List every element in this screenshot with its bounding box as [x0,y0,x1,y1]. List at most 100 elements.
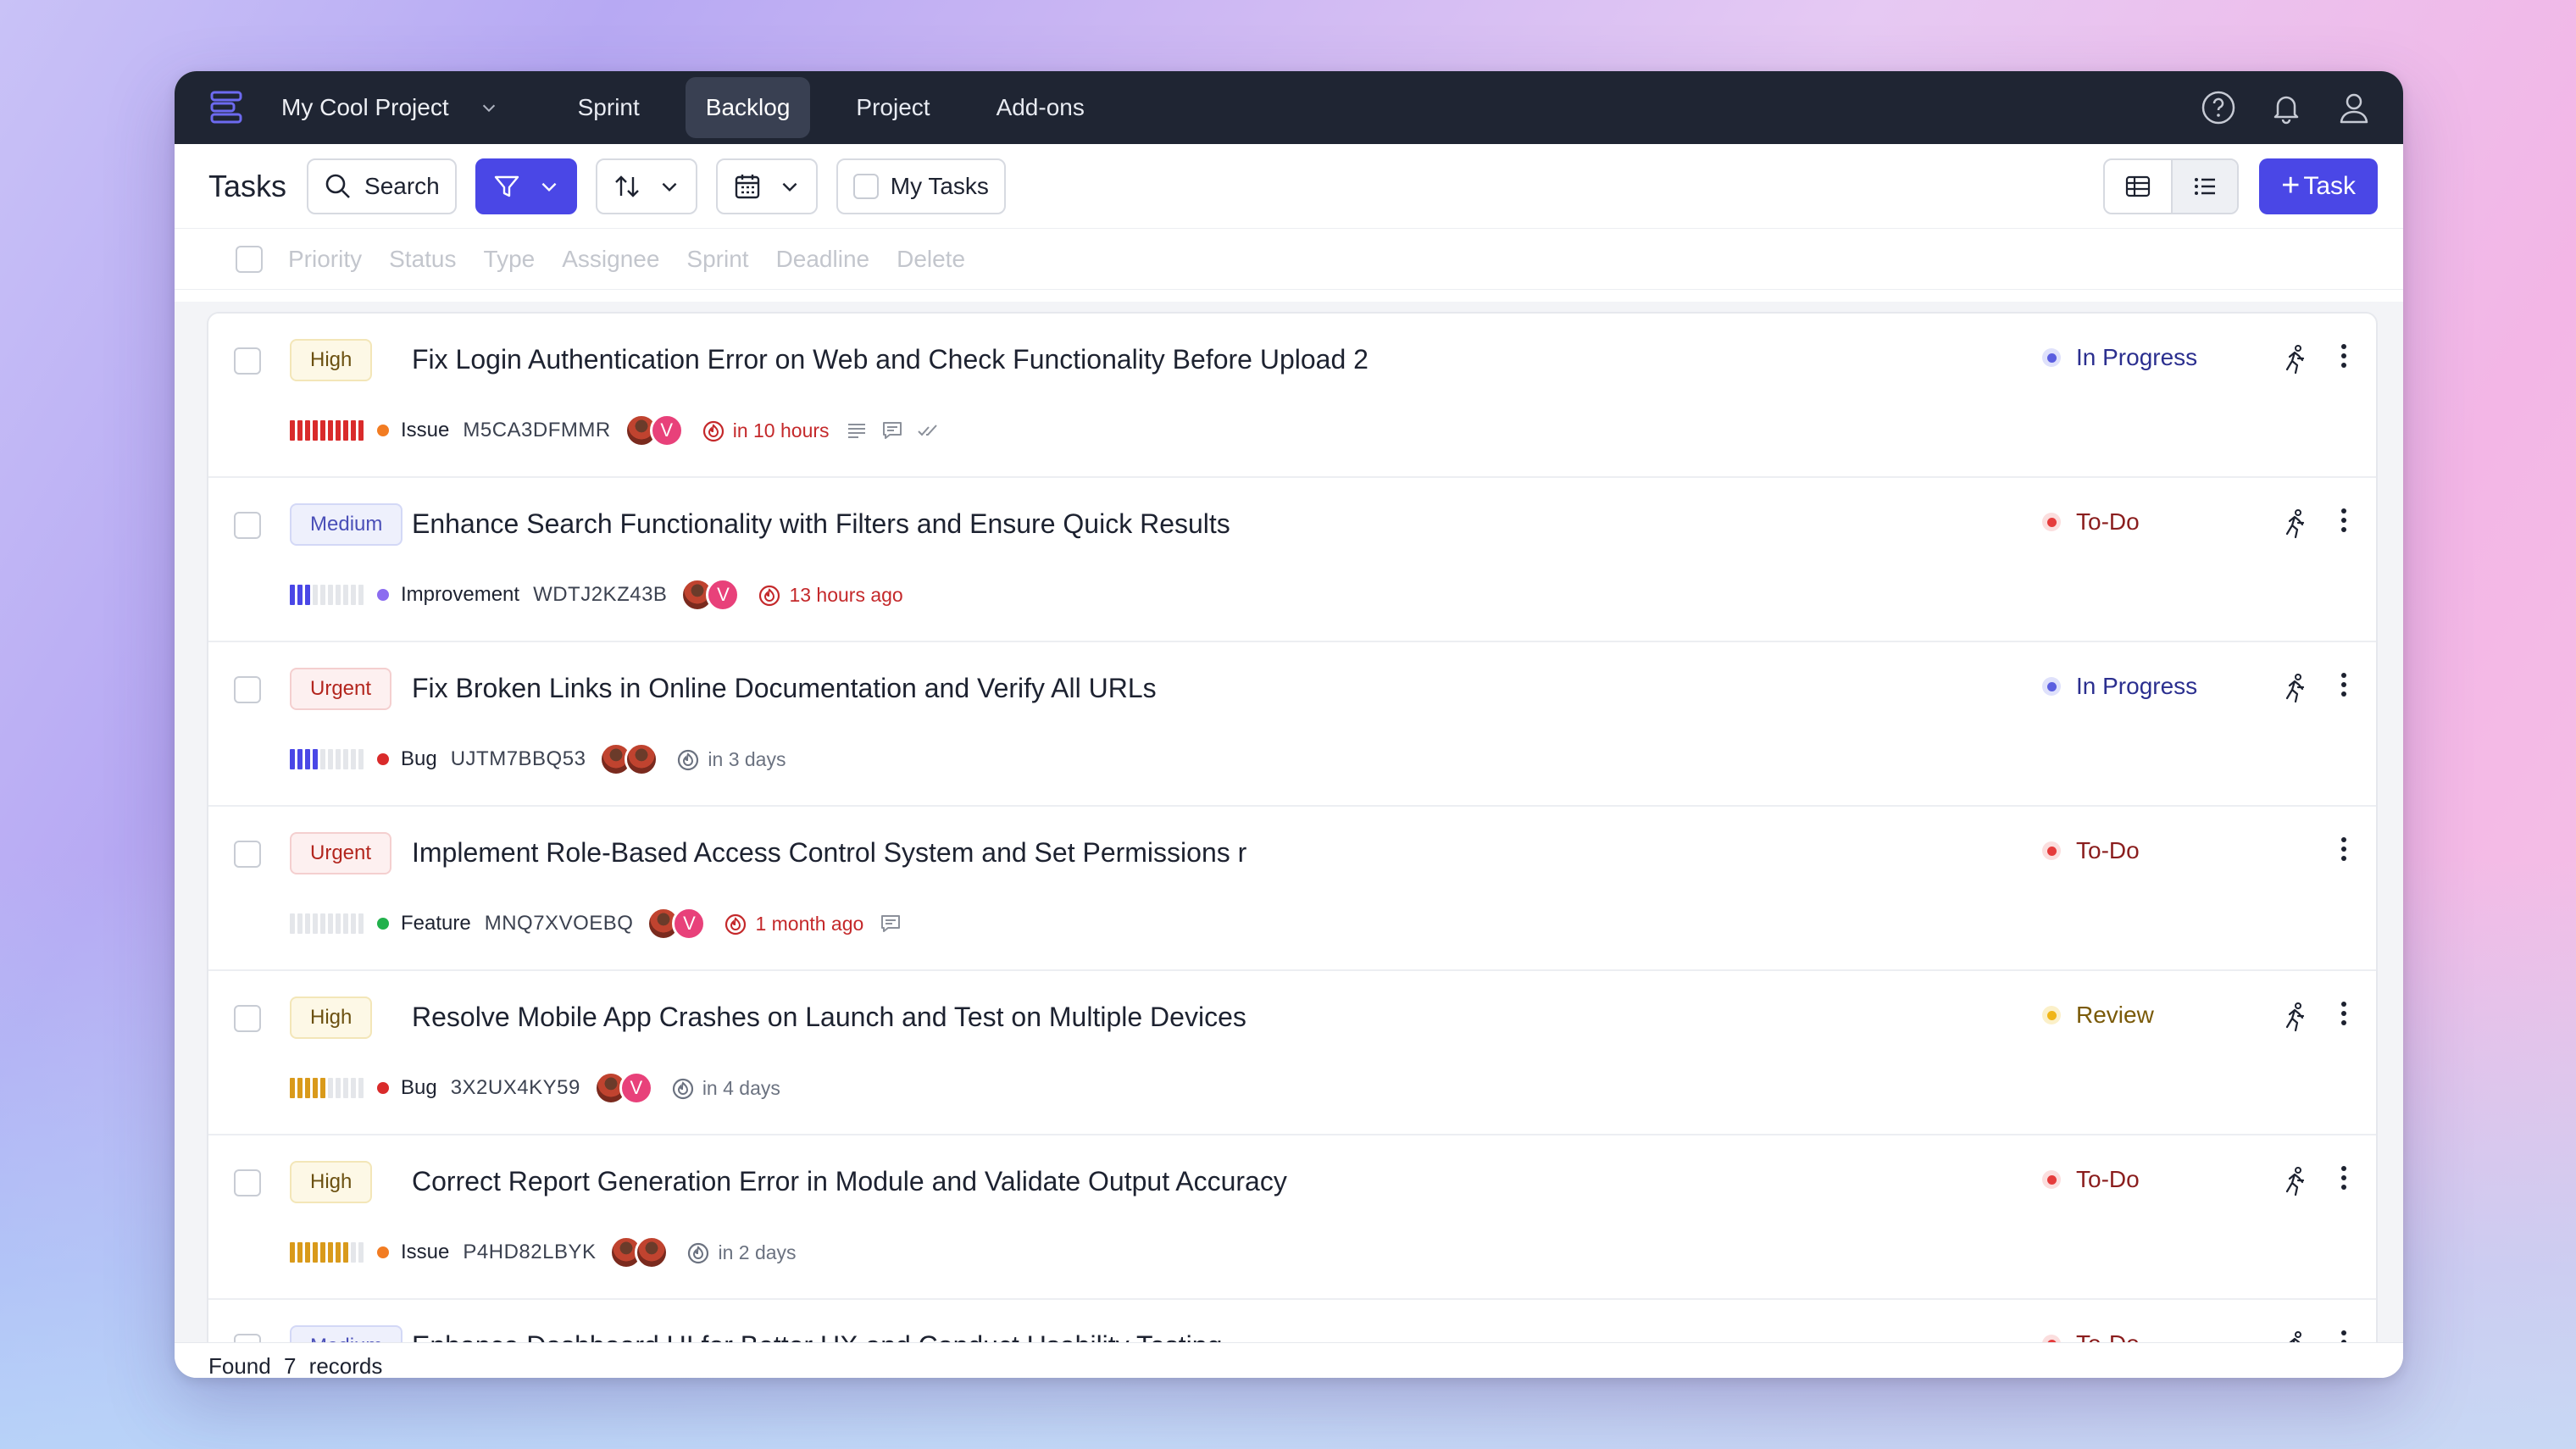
column-assignee[interactable]: Assignee [562,246,659,273]
tab-backlog[interactable]: Backlog [685,77,811,138]
add-task-button[interactable]: + Task [2259,158,2378,214]
assignee-avatars[interactable]: V [647,907,707,941]
status-badge[interactable]: In Progress [2042,673,2197,700]
priority-badge[interactable]: Medium [290,503,403,546]
priority-badge[interactable]: High [290,339,373,381]
more-options-icon[interactable] [2327,339,2361,373]
assignee-avatars[interactable] [609,1235,669,1269]
avatar[interactable]: V [649,414,684,447]
task-code[interactable]: UJTM7BBQ53 [451,747,586,771]
type-dot [377,589,389,601]
sprint-runner-icon[interactable] [2278,342,2312,376]
sort-button[interactable] [595,158,697,214]
select-all-checkbox[interactable] [236,245,263,273]
task-title[interactable]: Fix Login Authentication Error on Web an… [412,344,1368,375]
more-options-icon[interactable] [2327,1161,2361,1195]
task-title[interactable]: Enhance Dashboard UI for Better UX and C… [412,1330,1222,1342]
chevron-down-icon [482,104,495,113]
avatar[interactable]: V [672,907,707,941]
table-view-button[interactable] [2105,160,2171,213]
help-icon[interactable] [2200,89,2237,126]
assignee-avatars[interactable]: V [624,414,684,447]
task-row[interactable]: Urgent Fix Broken Links in Online Docume… [208,642,2376,807]
date-filter-button[interactable] [715,158,818,214]
task-checkbox[interactable] [234,512,261,539]
list-view-button[interactable] [2171,159,2238,213]
more-options-icon[interactable] [2327,832,2361,866]
task-code[interactable]: WDTJ2KZ43B [533,583,667,607]
avatar[interactable] [625,742,659,776]
sprint-runner-icon[interactable] [2278,507,2312,541]
app-logo-icon[interactable] [208,88,247,127]
more-options-icon[interactable] [2327,668,2361,702]
priority-badge[interactable]: Medium [290,1325,403,1342]
more-options-icon[interactable] [2327,1325,2361,1342]
progress-segment [320,1078,325,1098]
status-badge[interactable]: To-Do [2042,837,2140,864]
task-checkbox[interactable] [234,1169,261,1196]
status-badge[interactable]: In Progress [2042,344,2197,371]
task-row[interactable]: High Resolve Mobile App Crashes on Launc… [208,971,2376,1135]
tab-sprint[interactable]: Sprint [558,77,660,138]
sprint-runner-icon[interactable] [2278,1164,2312,1198]
assignee-avatars[interactable]: V [593,1071,653,1105]
status-badge[interactable]: To-Do [2042,1330,2140,1342]
task-row[interactable]: Medium Enhance Search Functionality with… [208,478,2376,642]
sprint-runner-icon[interactable] [2278,1329,2312,1342]
status-badge[interactable]: To-Do [2042,1166,2140,1193]
my-tasks-toggle[interactable]: My Tasks [836,158,1006,214]
task-row[interactable]: Medium Enhance Dashboard UI for Better U… [208,1300,2376,1342]
column-delete[interactable]: Delete [897,246,965,273]
priority-badge[interactable]: Urgent [290,832,392,874]
task-checkbox[interactable] [234,676,261,703]
task-row[interactable]: High Fix Login Authentication Error on W… [208,314,2376,478]
status-badge[interactable]: Review [2042,1002,2154,1029]
task-code[interactable]: M5CA3DFMMR [463,419,610,442]
tab-add-ons[interactable]: Add-ons [976,77,1105,138]
project-selector[interactable]: My Cool Project [281,94,498,121]
my-tasks-checkbox[interactable] [852,173,879,199]
filter-button[interactable] [475,158,577,214]
task-checkbox[interactable] [234,1005,261,1032]
priority-badge[interactable]: High [290,997,373,1039]
task-code[interactable]: P4HD82LBYK [463,1241,596,1264]
task-row[interactable]: Urgent Implement Role-Based Access Contr… [208,807,2376,971]
task-indicators [845,419,940,442]
priority-badge[interactable]: Urgent [290,668,392,710]
task-checkbox[interactable] [234,841,261,868]
column-sprint[interactable]: Sprint [686,246,748,273]
tab-project[interactable]: Project [836,77,950,138]
task-code[interactable]: MNQ7XVOEBQ [485,912,634,935]
sprint-runner-icon[interactable] [2278,1000,2312,1034]
avatar[interactable] [635,1235,669,1269]
task-checkbox[interactable] [234,347,261,375]
progress-bars [290,749,364,769]
more-options-icon[interactable] [2327,997,2361,1030]
column-deadline[interactable]: Deadline [776,246,870,273]
priority-badge[interactable]: High [290,1161,373,1203]
task-title[interactable]: Fix Broken Links in Online Documentation… [412,673,1157,704]
bell-icon[interactable] [2268,89,2305,126]
task-title[interactable]: Implement Role-Based Access Control Syst… [412,837,1246,869]
task-title[interactable]: Resolve Mobile App Crashes on Launch and… [412,1002,1246,1033]
status-badge[interactable]: To-Do [2042,508,2140,536]
avatar[interactable]: V [619,1071,653,1105]
more-options-icon[interactable] [2327,503,2361,537]
progress-segment [297,420,303,441]
task-row[interactable]: High Correct Report Generation Error in … [208,1135,2376,1300]
sprint-runner-icon[interactable] [2278,671,2312,705]
task-code[interactable]: 3X2UX4KY59 [451,1076,580,1100]
assignee-avatars[interactable] [599,742,659,776]
search-button[interactable]: Search [307,158,457,214]
progress-segment [328,1242,333,1263]
column-priority[interactable]: Priority [288,246,362,273]
avatar[interactable]: V [706,578,741,612]
task-title[interactable]: Correct Report Generation Error in Modul… [412,1166,1287,1197]
task-checkbox[interactable] [234,1334,261,1342]
user-icon[interactable] [2335,89,2373,126]
my-tasks-label: My Tasks [890,172,989,199]
assignee-avatars[interactable]: V [680,578,741,612]
column-type[interactable]: Type [484,246,536,273]
column-status[interactable]: Status [389,246,456,273]
task-title[interactable]: Enhance Search Functionality with Filter… [412,508,1230,540]
